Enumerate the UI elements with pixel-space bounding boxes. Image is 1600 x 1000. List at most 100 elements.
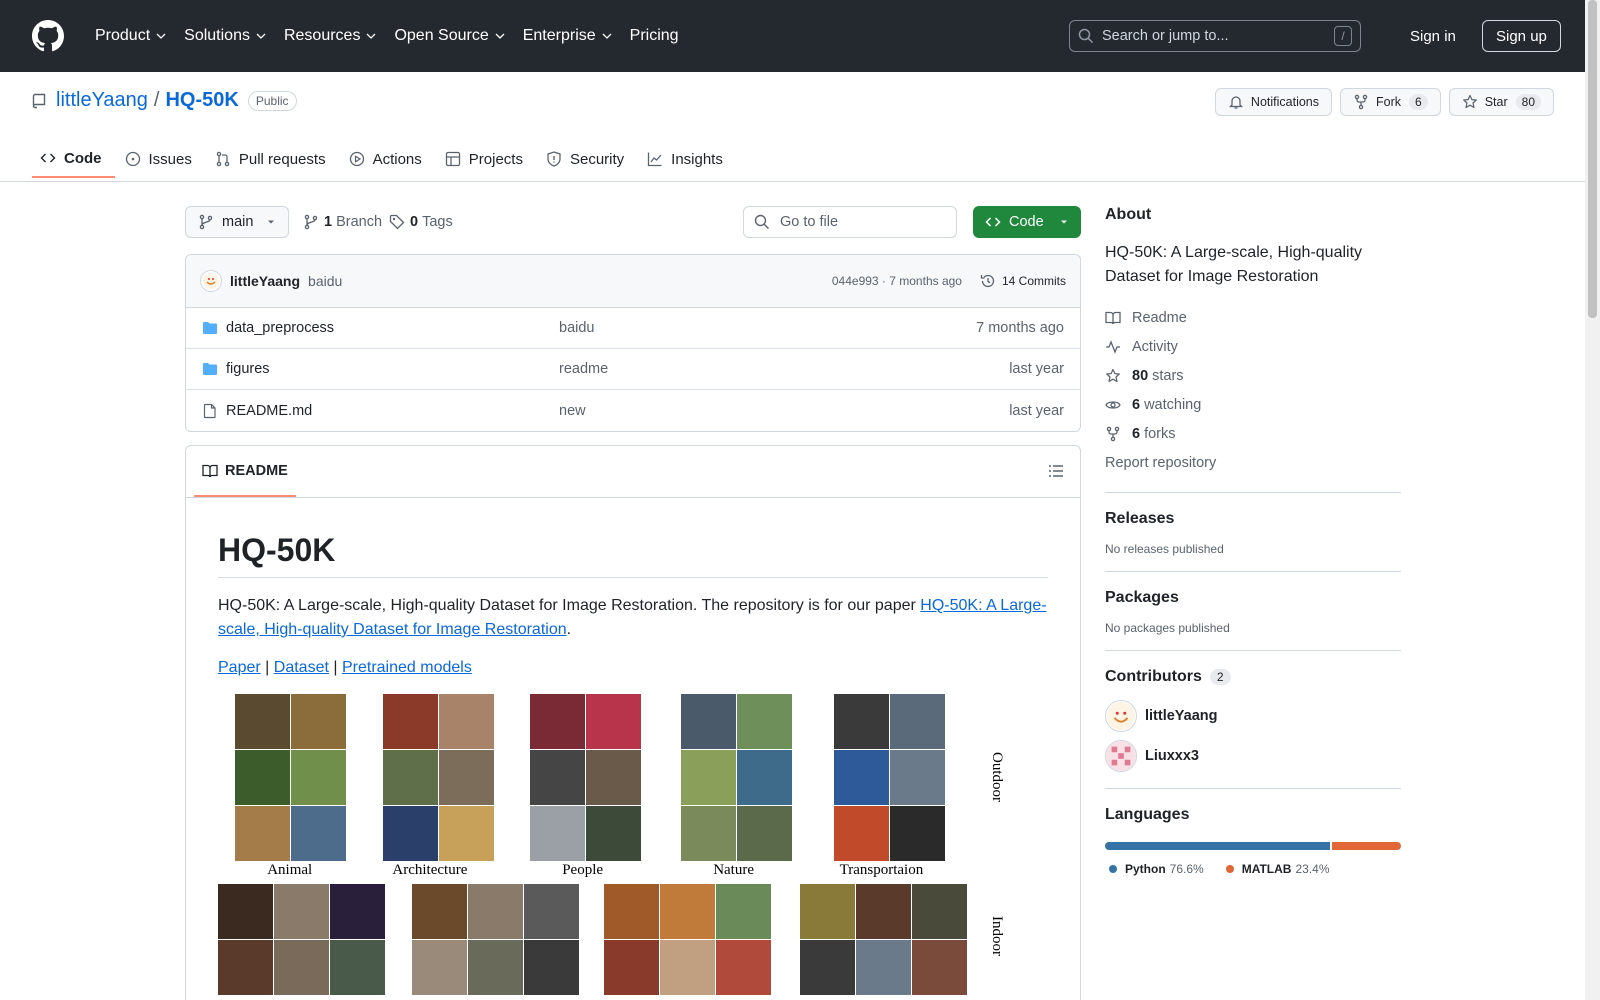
file-row[interactable]: README.md new last year <box>186 390 1080 431</box>
divider <box>1105 571 1401 572</box>
file-commit-message[interactable]: baidu <box>559 320 594 336</box>
repo-owner-link[interactable]: littleYaang <box>56 89 148 112</box>
languages-legend: Python 76.6% MATLAB 23.4% <box>1105 862 1401 876</box>
tab-pull-requests[interactable]: Pull requests <box>207 140 339 178</box>
contributors-title: Contributors <box>1105 668 1202 685</box>
dataset-thumbnail <box>660 884 715 939</box>
dataset-thumbnail <box>383 694 438 749</box>
stars-link[interactable]: 80 stars <box>1105 361 1401 390</box>
commit-message[interactable]: baidu <box>308 273 342 289</box>
tab-projects[interactable]: Projects <box>437 140 536 178</box>
chevron-down-icon <box>495 33 505 39</box>
dataset-thumbnail <box>604 940 659 995</box>
language-bar-matlab <box>1332 842 1401 850</box>
fork-button[interactable]: Fork 6 <box>1340 88 1441 116</box>
code-dropdown-button[interactable]: Code <box>973 206 1081 238</box>
go-to-file-input[interactable]: Go to file <box>743 206 957 238</box>
global-search-input[interactable]: Search or jump to... / <box>1069 20 1361 52</box>
tab-actions[interactable]: Actions <box>341 140 435 178</box>
dataset-thumbnail <box>586 694 641 749</box>
nav-product[interactable]: Product <box>86 16 175 56</box>
tab-code[interactable]: Code <box>32 140 115 178</box>
sign-in-link[interactable]: Sign in <box>1410 20 1456 52</box>
file-commit-message[interactable]: readme <box>559 361 608 377</box>
tab-security[interactable]: Security <box>538 140 637 178</box>
search-icon <box>1078 28 1094 44</box>
activity-link[interactable]: Activity <box>1105 332 1401 361</box>
branch-select-button[interactable]: main <box>185 206 289 238</box>
page-scrollbar-thumb[interactable] <box>1588 0 1597 318</box>
contributor-item[interactable]: littleYaang <box>1105 696 1401 736</box>
github-logo-icon[interactable] <box>32 20 64 52</box>
contributor-item[interactable]: Liuxxx3 <box>1105 736 1401 776</box>
sign-up-button[interactable]: Sign up <box>1482 20 1561 52</box>
file-row[interactable]: data_preprocess baidu 7 months ago <box>186 308 1080 349</box>
paper-link[interactable]: Paper <box>218 659 261 676</box>
repo-name-link[interactable]: HQ-50K <box>165 89 238 112</box>
nav-resources[interactable]: Resources <box>275 16 385 56</box>
packages-heading[interactable]: Packages <box>1105 589 1401 607</box>
category-label: Architecture <box>392 862 468 878</box>
star-button[interactable]: Star 80 <box>1448 88 1554 116</box>
dataset-thumbnail <box>856 940 911 995</box>
contributors-heading[interactable]: Contributors 2 <box>1105 668 1401 686</box>
tab-insights[interactable]: Insights <box>639 140 736 178</box>
repo-icon <box>32 93 46 108</box>
report-repository-link[interactable]: Report repository <box>1105 448 1401 477</box>
go-to-file-placeholder: Go to file <box>780 214 839 230</box>
branches-link[interactable]: 1 Branch <box>303 206 382 238</box>
link-separator: | <box>333 659 338 676</box>
dataset-thumbnail <box>912 884 967 939</box>
nav-open-source[interactable]: Open Source <box>385 16 513 56</box>
readme-intro-text: HQ-50K: A Large-scale, High-quality Data… <box>218 597 921 614</box>
tab-issues-label: Issues <box>148 150 192 168</box>
language-name[interactable]: MATLAB <box>1242 862 1292 876</box>
chevron-down-icon <box>256 33 266 39</box>
pretrained-models-link[interactable]: Pretrained models <box>342 659 472 676</box>
dataset-thumbnail <box>681 806 736 861</box>
list-icon[interactable] <box>1048 463 1064 479</box>
releases-heading[interactable]: Releases <box>1105 510 1401 528</box>
author-avatar[interactable] <box>200 270 222 292</box>
outdoor-image-grid <box>681 694 792 861</box>
file-name[interactable]: README.md <box>226 403 559 419</box>
readme-tab[interactable]: README <box>194 446 296 497</box>
repo-tabs: Code Issues Pull requests Actions Projec… <box>32 140 738 182</box>
file-name[interactable]: figures <box>226 361 559 377</box>
notifications-label: Notifications <box>1250 95 1320 109</box>
indoor-label: Indoor <box>989 916 1005 956</box>
commit-hash-time[interactable]: 044e993 · 7 months ago <box>832 274 962 288</box>
dataset-thumbnail <box>330 940 385 995</box>
file-name[interactable]: data_preprocess <box>226 320 559 336</box>
dataset-thumbnail <box>800 940 855 995</box>
dataset-thumbnail <box>524 940 579 995</box>
contributors-list: littleYaang Liuxxx3 <box>1105 696 1401 776</box>
file-commit-message[interactable]: new <box>559 403 586 419</box>
dataset-thumbnail <box>586 750 641 805</box>
nav-solutions[interactable]: Solutions <box>175 16 275 56</box>
file-row[interactable]: figures readme last year <box>186 349 1080 390</box>
fork-count: 6 <box>1409 94 1428 110</box>
outdoor-image-grid <box>235 694 346 861</box>
nav-pricing[interactable]: Pricing <box>621 16 688 56</box>
forks-link[interactable]: 6 forks <box>1105 419 1401 448</box>
nav-enterprise[interactable]: Enterprise <box>514 16 621 56</box>
tab-issues[interactable]: Issues <box>117 140 205 178</box>
commit-author[interactable]: littleYaang <box>230 273 300 289</box>
commits-link[interactable]: 14 Commits <box>980 273 1066 289</box>
tags-link[interactable]: 0 Tags <box>389 206 453 238</box>
file-date: 7 months ago <box>976 320 1064 336</box>
dataset-thumbnail <box>681 750 736 805</box>
readme-link[interactable]: Readme <box>1105 303 1401 332</box>
dataset-thumbnail <box>524 884 579 939</box>
readme-link-label: Readme <box>1132 309 1187 326</box>
tab-security-label: Security <box>569 150 625 168</box>
dataset-thumbnail <box>468 940 523 995</box>
star-icon <box>1462 94 1477 109</box>
language-name[interactable]: Python <box>1125 862 1166 876</box>
dataset-link[interactable]: Dataset <box>274 659 329 676</box>
divider <box>1105 650 1401 651</box>
watching-link[interactable]: 6 watching <box>1105 390 1401 419</box>
contributor-avatar <box>1105 700 1137 732</box>
notifications-button[interactable]: Notifications <box>1214 88 1333 116</box>
